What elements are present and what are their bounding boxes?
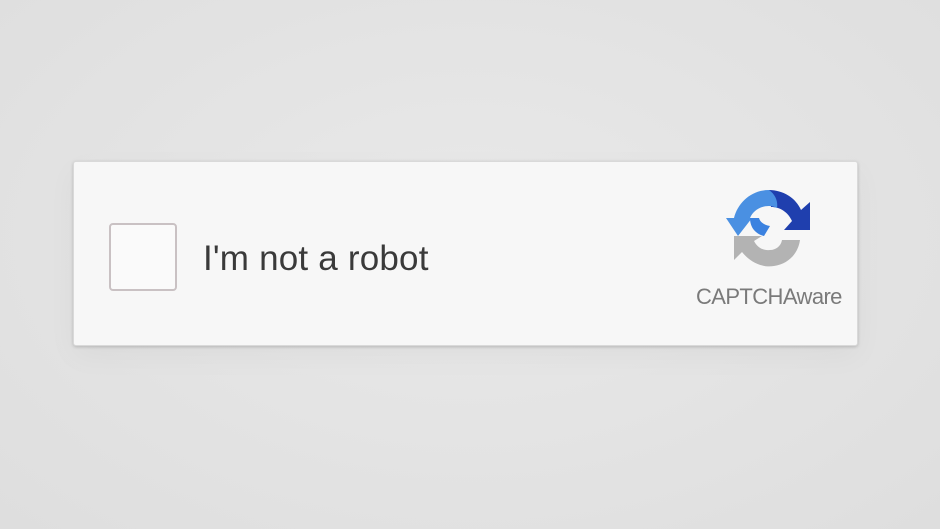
robot-checkbox[interactable] — [109, 223, 177, 291]
captcha-brand-text: CAPTCHAware — [696, 284, 842, 309]
captcha-widget: I'm not a robot CAPTCHAware — [73, 161, 858, 346]
captcha-recycle-arrows-icon — [726, 190, 810, 267]
captcha-label: I'm not a robot — [203, 239, 429, 278]
captcha-logo: CAPTCHAware — [696, 184, 842, 314]
